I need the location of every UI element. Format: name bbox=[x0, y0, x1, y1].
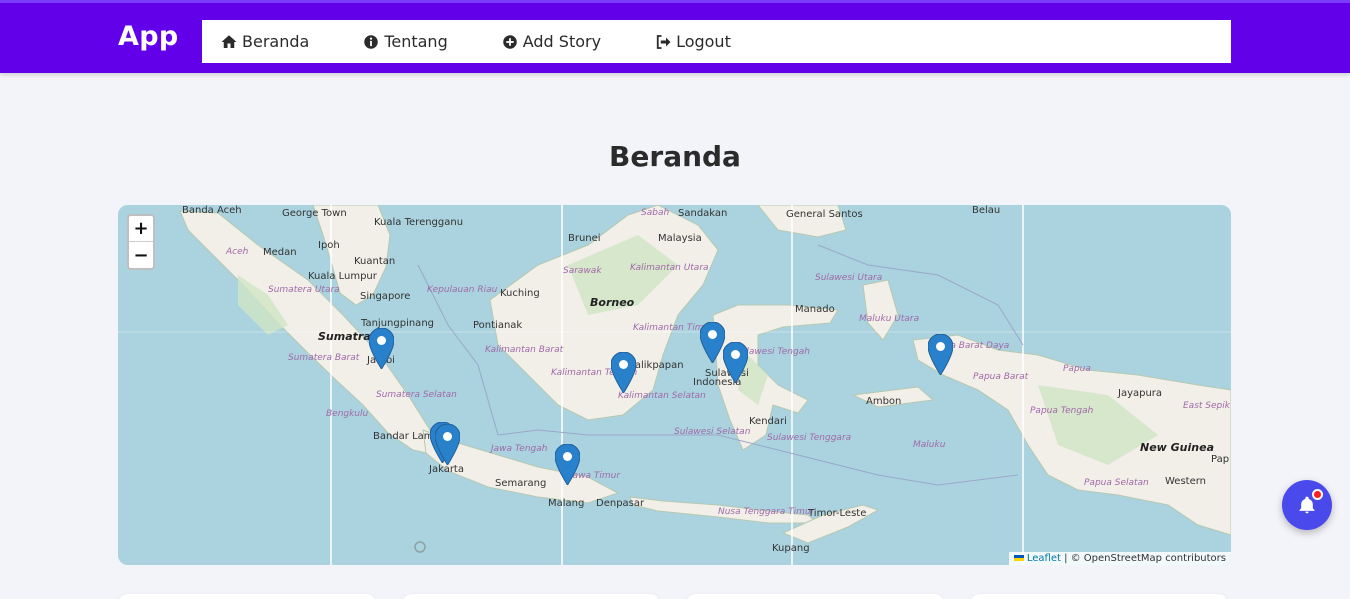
story-map[interactable]: Banda Aceh George Town Kuala Terengganu … bbox=[118, 205, 1231, 565]
story-card[interactable] bbox=[402, 594, 660, 599]
ukraine-flag-icon bbox=[1013, 555, 1024, 561]
map-label: General Santos bbox=[786, 209, 863, 220]
map-label: Jawa Tengah bbox=[491, 444, 548, 454]
map-label: Brunei bbox=[568, 233, 601, 244]
notification-button[interactable] bbox=[1282, 480, 1332, 530]
map-marker[interactable] bbox=[435, 424, 460, 465]
map-label: Sabah bbox=[641, 208, 670, 218]
map-label: Papua Barat bbox=[973, 372, 1029, 382]
map-label: Belau bbox=[972, 205, 1001, 216]
map-label: Timor-Leste bbox=[808, 508, 867, 519]
nav-item-add-story[interactable]: Add Story bbox=[501, 32, 601, 51]
notification-badge bbox=[1312, 489, 1323, 500]
map-label: Kalimantan Barat bbox=[485, 345, 564, 355]
zoom-in-button[interactable]: + bbox=[129, 216, 153, 242]
map-label: Sulawesi Selatan bbox=[674, 427, 751, 437]
page-title: Beranda bbox=[609, 140, 741, 173]
map-label: Kuala Terengganu bbox=[374, 217, 464, 228]
plus-circle-icon bbox=[502, 34, 517, 49]
map-label: Pap bbox=[1211, 454, 1230, 465]
nav-item-beranda[interactable]: Beranda bbox=[220, 32, 309, 51]
map-label: Kendari bbox=[749, 416, 787, 427]
zoom-control: + − bbox=[127, 214, 155, 270]
nav-item-label: Logout bbox=[676, 32, 731, 51]
map-label: Bengkulu bbox=[326, 409, 369, 419]
map-marker[interactable] bbox=[611, 352, 636, 393]
map-label: Semarang bbox=[495, 478, 547, 489]
map-label: East Sepik bbox=[1183, 401, 1230, 411]
map-label: Pontianak bbox=[473, 320, 523, 331]
map-label: Singapore bbox=[360, 291, 411, 302]
map-label: Borneo bbox=[590, 296, 635, 309]
map-label: Sumatra bbox=[318, 330, 371, 343]
map-label: Sarawak bbox=[563, 266, 602, 276]
top-navbar: App Beranda Tentang Add Story Logout bbox=[0, 0, 1350, 73]
map-label: Kupang bbox=[772, 543, 810, 554]
zoom-out-button[interactable]: − bbox=[129, 242, 153, 268]
map-label: Kalimantan Utara bbox=[630, 263, 709, 273]
map-marker[interactable] bbox=[700, 322, 725, 363]
map-label: Kuantan bbox=[354, 256, 396, 267]
map-label: Aceh bbox=[226, 247, 249, 257]
map-label: Banda Aceh bbox=[182, 205, 242, 216]
map-label: Papua Selatan bbox=[1084, 478, 1149, 488]
attribution-text: | © OpenStreetMap contributors bbox=[1060, 553, 1226, 564]
map-label: George Town bbox=[282, 208, 347, 219]
nav-item-tentang[interactable]: Tentang bbox=[362, 32, 448, 51]
map-label: New Guinea bbox=[1140, 441, 1215, 454]
map-label: Malang bbox=[548, 498, 585, 509]
map-marker[interactable] bbox=[369, 328, 394, 369]
map-label: Maluku Utara bbox=[859, 314, 920, 324]
map-label: Manado bbox=[795, 304, 835, 315]
leaflet-link[interactable]: Leaflet bbox=[1027, 553, 1061, 564]
map-label: Sulawesi Utara bbox=[815, 273, 883, 283]
map-label: Kuala Lumpur bbox=[308, 271, 377, 282]
map-label: Jakarta bbox=[429, 464, 464, 475]
map-label: Western bbox=[1165, 476, 1207, 487]
map-label: Jayapura bbox=[1118, 388, 1163, 399]
map-label: Sumatera Utara bbox=[268, 285, 340, 295]
map-label: Denpasar bbox=[596, 498, 645, 509]
story-card[interactable] bbox=[970, 594, 1228, 599]
map-marker[interactable] bbox=[555, 444, 580, 485]
map-label: Papua bbox=[1063, 364, 1091, 374]
map-label: Medan bbox=[263, 247, 297, 258]
map-marker[interactable] bbox=[723, 342, 748, 383]
map-label: Maluku bbox=[913, 440, 946, 450]
map-attribution: Leaflet | © OpenStreetMap contributors bbox=[1008, 552, 1231, 565]
map-label: Kuching bbox=[500, 288, 540, 299]
logout-icon bbox=[656, 34, 671, 49]
map-label: Sulawesi Tenggara bbox=[767, 433, 852, 443]
nav-item-label: Tentang bbox=[384, 32, 448, 51]
story-card[interactable] bbox=[118, 594, 376, 599]
nav-item-label: Beranda bbox=[242, 32, 310, 51]
story-card[interactable] bbox=[686, 594, 944, 599]
map-label: Sumatera Selatan bbox=[376, 390, 457, 400]
home-icon bbox=[221, 34, 237, 48]
nav-menu: Beranda Tentang Add Story Logout bbox=[202, 20, 1231, 63]
map-label: Papua Tengah bbox=[1030, 406, 1094, 416]
map-label: Ambon bbox=[866, 396, 902, 407]
map-label: Kepulauan Riau bbox=[427, 285, 498, 295]
nav-item-label: Add Story bbox=[522, 32, 602, 51]
info-icon bbox=[364, 34, 379, 49]
map-label: Sumatera Barat bbox=[288, 353, 360, 363]
map-tiles bbox=[118, 205, 1231, 565]
map-label: Malaysia bbox=[658, 233, 702, 244]
map-label: Nusa Tenggara Timur bbox=[718, 507, 815, 517]
map-label: Sandakan bbox=[678, 208, 728, 219]
map-label: Ipoh bbox=[318, 240, 340, 251]
nav-item-logout[interactable]: Logout bbox=[654, 32, 731, 51]
map-marker[interactable] bbox=[928, 334, 953, 375]
app-brand[interactable]: App bbox=[118, 21, 178, 52]
